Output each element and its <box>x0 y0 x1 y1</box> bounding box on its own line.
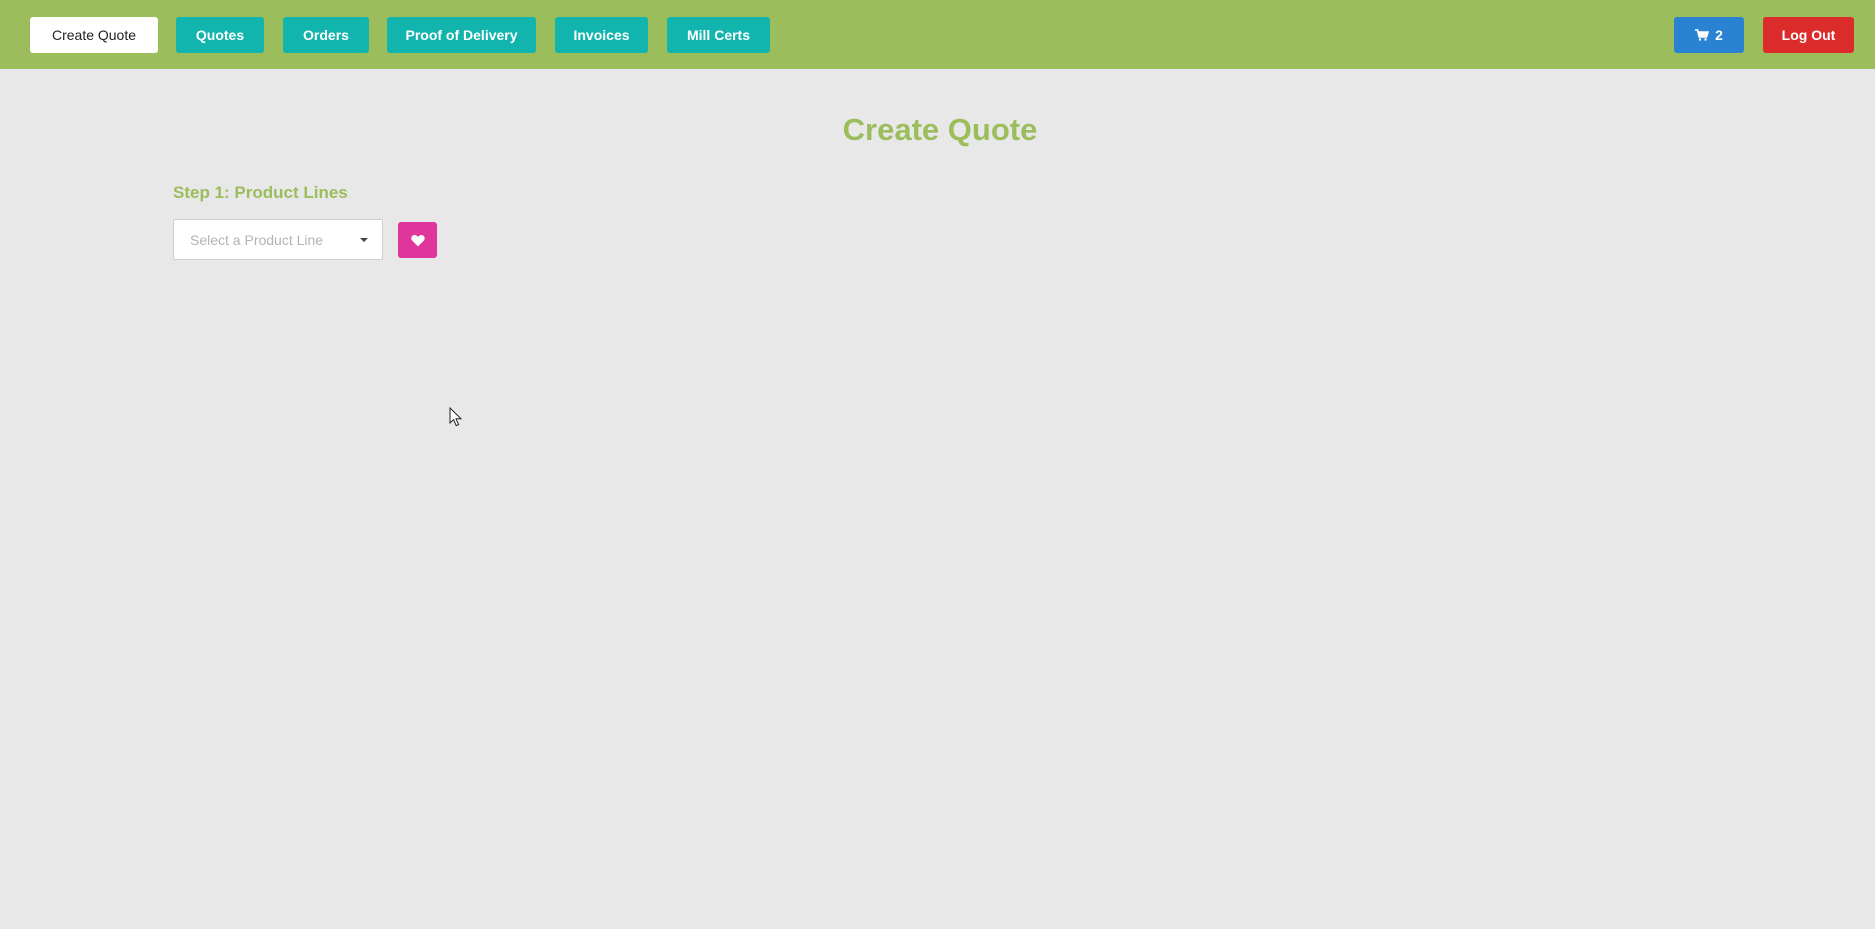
cart-button[interactable]: 2 <box>1674 17 1744 53</box>
proof-of-delivery-nav-button[interactable]: Proof of Delivery <box>387 17 536 53</box>
product-line-select[interactable]: Select a Product Line <box>173 219 383 260</box>
mill-certs-nav-button[interactable]: Mill Certs <box>667 17 770 53</box>
step-1-label: Step 1: Product Lines <box>173 183 348 202</box>
invoices-nav-button[interactable]: Invoices <box>555 17 648 53</box>
quotes-nav-button[interactable]: Quotes <box>176 17 264 53</box>
heart-icon <box>410 234 425 246</box>
caret-down-icon <box>360 238 368 242</box>
create-quote-nav-button[interactable]: Create Quote <box>30 17 158 53</box>
orders-nav-button[interactable]: Orders <box>283 17 369 53</box>
product-line-placeholder: Select a Product Line <box>190 231 324 248</box>
shopping-cart-icon <box>1695 29 1710 41</box>
logout-button[interactable]: Log Out <box>1763 17 1854 53</box>
cart-count: 2 <box>1715 27 1723 43</box>
page-title: Create Quote <box>842 112 1038 147</box>
favorites-button[interactable] <box>398 222 437 258</box>
mouse-cursor-icon <box>449 407 463 427</box>
top-navigation-bar: Create Quote Quotes Orders Proof of Deli… <box>0 0 1875 69</box>
